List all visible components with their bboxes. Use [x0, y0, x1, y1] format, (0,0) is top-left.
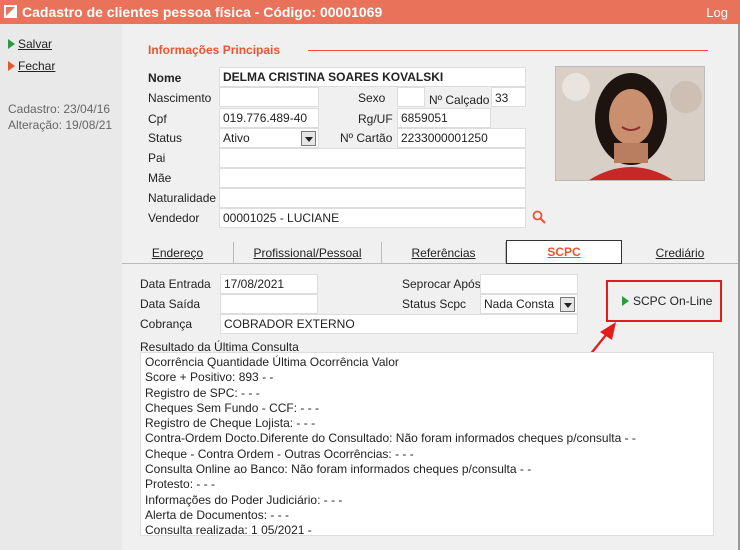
label-status: Status: [148, 131, 183, 145]
save-button[interactable]: Salvar: [8, 37, 52, 53]
chevron-down-icon[interactable]: [560, 297, 575, 312]
cadastro-date: Cadastro: 23/04/16: [8, 102, 111, 116]
result-line: Contra-Ordem Docto.Diferente do Consulta…: [145, 431, 636, 446]
alteracao-date: Alteração: 19/08/21: [8, 118, 113, 132]
data-saida-field[interactable]: [220, 294, 318, 314]
chevron-down-icon[interactable]: [301, 131, 316, 146]
nome-field[interactable]: DELMA CRISTINA SOARES KOVALSKI: [219, 67, 526, 87]
mae-field[interactable]: [219, 168, 526, 188]
window-title: Cadastro de clientes pessoa física - Cód…: [22, 4, 383, 20]
label-data-saida: Data Saída: [140, 297, 201, 311]
result-line: Registro de Cheque Lojista: - - -: [145, 416, 316, 431]
label-data-entrada: Data Entrada: [140, 277, 211, 291]
label-cobranca: Cobrança: [140, 317, 193, 331]
section-title: Informações Principais: [148, 43, 281, 57]
cpf-field[interactable]: 019.776.489-40: [219, 108, 319, 128]
avatar: [556, 67, 704, 180]
tab-referencias[interactable]: Referências: [382, 242, 506, 264]
main-panel: Informações Principais Nome DELMA CRISTI…: [122, 24, 738, 550]
tab-scpc[interactable]: SCPC: [506, 240, 622, 264]
label-seprocar: Seprocar Após: [402, 277, 481, 291]
rg-field[interactable]: 6859051: [397, 108, 491, 128]
close-button[interactable]: Fechar: [8, 59, 55, 75]
label-calcado: Nº Calçado: [429, 93, 490, 107]
scpc-online-button[interactable]: SCPC On-Line: [622, 294, 712, 308]
label-vendedor: Vendedor: [148, 211, 200, 225]
play-icon: [8, 39, 15, 49]
result-line: Informações do Poder Judiciário: - - -: [145, 492, 343, 507]
status-scpc-select[interactable]: Nada Consta: [480, 294, 578, 314]
seprocar-field[interactable]: [480, 274, 578, 294]
data-entrada-field[interactable]: 17/08/2021: [220, 274, 318, 294]
tab-endereco[interactable]: Endereço: [122, 242, 234, 264]
label-naturalidade: Naturalidade: [148, 191, 217, 205]
pai-field[interactable]: [219, 148, 526, 168]
result-line: Cheques Sem Fundo - CCF: - - -: [145, 400, 320, 415]
log-button[interactable]: Log: [706, 5, 728, 20]
label-pai: Pai: [148, 151, 166, 165]
result-line: Protesto: - - -: [145, 477, 216, 492]
result-line: Cheque - Contra Ordem - Outras Ocorrênci…: [145, 446, 414, 461]
sexo-field[interactable]: [397, 87, 425, 107]
label-cartao: Nº Cartão: [340, 131, 393, 145]
label-rg: Rg/UF: [358, 112, 393, 126]
vendedor-field[interactable]: 00001025 - LUCIANE: [219, 208, 526, 228]
result-line: Score + Positivo: 893 - -: [145, 370, 274, 385]
status-value: Ativo: [223, 131, 250, 145]
play-icon: [622, 296, 629, 306]
result-textarea[interactable]: Ocorrência Quantidade Última Ocorrência …: [140, 352, 714, 538]
label-sexo: Sexo: [358, 91, 386, 105]
result-line: Ocorrência Quantidade Última Ocorrência …: [145, 355, 399, 369]
search-icon[interactable]: [532, 210, 546, 224]
tab-crediario[interactable]: Crediário: [622, 242, 738, 264]
result-line: Consulta realizada: 1 05/2021 -: [145, 523, 312, 538]
status-select[interactable]: Ativo: [219, 128, 319, 148]
naturalidade-field[interactable]: [219, 188, 526, 208]
label-nome: Nome: [148, 71, 182, 85]
close-label: Fechar: [18, 59, 56, 73]
label-mae: Mãe: [148, 171, 172, 185]
customer-photo[interactable]: [555, 66, 705, 181]
tab-profissional[interactable]: Profissional/Pessoal: [234, 242, 382, 264]
nascimento-field[interactable]: [219, 87, 319, 107]
title-bar: Cadastro de clientes pessoa física - Cód…: [0, 0, 740, 24]
result-line: Consulta Online ao Banco: Não foram info…: [145, 462, 532, 477]
app-logo-icon: [4, 5, 17, 18]
section-divider: [308, 50, 708, 51]
result-line: Registro de SPC: - - -: [145, 385, 260, 400]
scpc-online-label: SCPC On-Line: [633, 294, 713, 308]
tab-bar: Endereço Profissional/Pessoal Referência…: [122, 240, 738, 264]
status-scpc-value: Nada Consta: [484, 297, 555, 311]
label-nascimento: Nascimento: [148, 91, 212, 105]
label-status-scpc: Status Scpc: [402, 297, 467, 311]
save-label: Salvar: [18, 37, 53, 51]
label-cpf: Cpf: [148, 112, 167, 126]
play-icon: [8, 61, 15, 71]
cartao-field[interactable]: 2233000001250: [397, 128, 526, 148]
result-line: Alerta de Documentos: - - -: [145, 507, 290, 522]
cobranca-field[interactable]: COBRADOR EXTERNO: [220, 314, 578, 334]
sidebar: Salvar Fechar Cadastro: 23/04/16 Alteraç…: [0, 24, 122, 550]
calcado-field[interactable]: 33: [491, 87, 526, 107]
